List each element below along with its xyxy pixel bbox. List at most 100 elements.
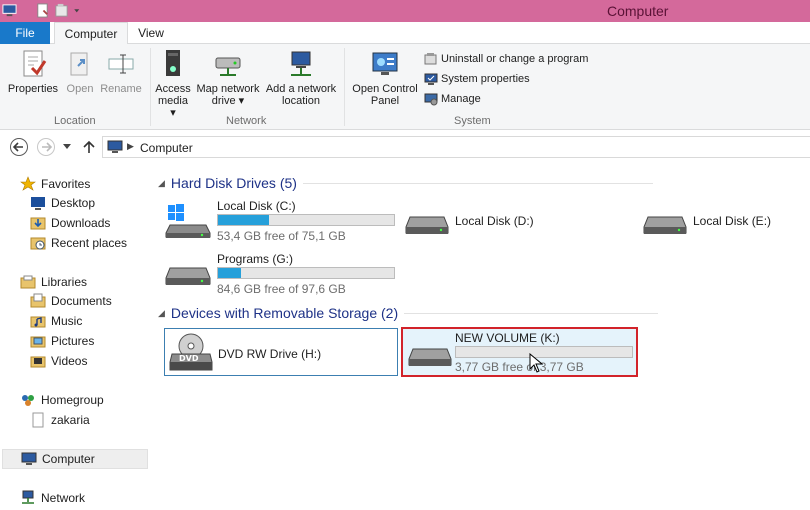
forward-arrow-icon[interactable] <box>36 137 56 157</box>
add-location-label-1: Add a network <box>265 83 337 95</box>
back-arrow-icon[interactable] <box>9 137 29 157</box>
mouse-cursor-icon <box>529 353 543 373</box>
sidebar-label: zakaria <box>51 413 90 427</box>
add-location-label-2: location <box>282 95 320 107</box>
collapse-triangle-icon[interactable]: ◢ <box>158 308 165 319</box>
map-drive-label-1: Map network <box>196 83 260 95</box>
tab-file[interactable]: File <box>0 22 50 44</box>
sidebar-item-user[interactable]: zakaria <box>30 410 90 430</box>
hard-disk-drives-header[interactable]: ◢ Hard Disk Drives (5) <box>158 175 653 191</box>
sidebar-label: Videos <box>51 354 88 368</box>
downloads-icon <box>30 217 46 230</box>
drive-free-space: 3,77 GB free of 3,77 GB <box>455 360 584 374</box>
new-folder-icon[interactable] <box>54 3 69 18</box>
drive-name: Local Disk (E:) <box>693 214 772 228</box>
sidebar-item-network[interactable]: Network <box>20 488 85 508</box>
drive-free-space: 53,4 GB free of 75,1 GB <box>217 229 346 243</box>
user-folder-icon <box>32 412 44 428</box>
star-icon <box>20 176 36 191</box>
properties-label: Properties <box>7 83 59 95</box>
drive-name: Programs (G:) <box>217 252 294 266</box>
tab-view[interactable]: View <box>128 22 174 44</box>
up-arrow-icon[interactable] <box>82 140 96 154</box>
manage-icon <box>424 93 438 106</box>
drive-usage-fill <box>218 215 270 225</box>
uninstall-icon <box>424 53 437 65</box>
customize-qat-icon[interactable] <box>73 3 83 18</box>
ribbon-tabs: File Computer View <box>0 22 810 45</box>
rename-button[interactable]: Rename <box>100 48 142 95</box>
network-drive-icon <box>215 57 241 76</box>
sidebar-item-music[interactable]: Music <box>30 311 82 331</box>
system-properties-label: System properties <box>441 73 530 85</box>
sidebar-label: Desktop <box>51 196 96 210</box>
drive-tile-k[interactable]: NEW VOLUME (K:) 3,77 GB free of 3,77 GB <box>401 327 638 377</box>
sidebar-item-documents[interactable]: Documents <box>30 291 112 311</box>
map-network-drive-button[interactable]: Map network drive ▾ <box>194 48 262 107</box>
add-network-location-button[interactable]: Add a network location <box>264 48 338 107</box>
content-pane: ◢ Hard Disk Drives (5) Local Disk (C:) 5… <box>152 163 810 510</box>
sidebar-item-desktop[interactable]: Desktop <box>30 193 95 213</box>
control-panel-label-2: Panel <box>370 95 400 107</box>
group-divider <box>302 182 653 184</box>
open-button[interactable]: Open <box>62 48 98 95</box>
navigation-bar: ▶ Computer <box>0 131 810 163</box>
drive-tile-d[interactable]: Local Disk (D:) <box>404 207 584 241</box>
collapse-triangle-icon[interactable]: ◢ <box>158 178 165 189</box>
properties-button[interactable]: Properties <box>6 48 60 95</box>
drive-name: Local Disk (C:) <box>217 199 296 213</box>
drive-name: DVD RW Drive (H:) <box>218 347 322 361</box>
group-divider <box>404 312 659 314</box>
sidebar-label: Computer <box>42 452 95 466</box>
title-bar: Computer <box>0 0 810 22</box>
sidebar-label: Network <box>41 491 86 505</box>
breadcrumb-separator-icon[interactable]: ▶ <box>127 141 134 152</box>
location-group-label: Location <box>54 115 96 127</box>
hard-drive-icon <box>643 216 687 234</box>
drive-tile-c[interactable]: Local Disk (C:) 53,4 GB free of 75,1 GB <box>164 199 396 243</box>
videos-icon <box>30 356 46 368</box>
drive-tile-g[interactable]: Programs (G:) 84,6 GB free of 97,6 GB <box>164 252 396 296</box>
sidebar-item-homegroup[interactable]: Homegroup <box>20 390 104 410</box>
drive-tile-e[interactable]: Local Disk (E:) <box>642 207 810 241</box>
computer-icon <box>21 452 37 465</box>
recent-locations-chevron-icon[interactable] <box>62 143 72 151</box>
sidebar-item-videos[interactable]: Videos <box>30 351 87 371</box>
drive-usage-bar <box>217 214 395 226</box>
drive-tile-h[interactable]: DVD DVD RW Drive (H:) <box>164 328 398 376</box>
properties-icon <box>23 50 47 77</box>
system-group-label: System <box>454 115 491 127</box>
uninstall-label: Uninstall or change a program <box>441 53 589 65</box>
sidebar-item-downloads[interactable]: Downloads <box>30 213 110 233</box>
system-properties-button[interactable]: System properties <box>424 72 530 86</box>
sidebar-item-pictures[interactable]: Pictures <box>30 331 94 351</box>
access-media-button[interactable]: Access media ▾ <box>154 48 192 119</box>
system-properties-icon <box>424 73 438 85</box>
sidebar-label: Recent places <box>51 236 128 250</box>
sidebar-item-recent-places[interactable]: Recent places <box>30 233 127 253</box>
drive-usage-bar <box>455 346 633 358</box>
address-bar[interactable]: ▶ Computer <box>102 136 810 158</box>
window-title: Computer <box>607 3 669 19</box>
tab-computer[interactable]: Computer <box>54 22 128 45</box>
group-title: Hard Disk Drives (5) <box>170 175 297 191</box>
sidebar-item-computer[interactable]: Computer <box>2 449 148 469</box>
manage-label: Manage <box>441 93 481 105</box>
dvd-drive-icon: DVD <box>169 333 213 371</box>
sidebar-label: Favorites <box>41 177 91 191</box>
sidebar-item-libraries[interactable]: Libraries <box>20 272 87 292</box>
manage-button[interactable]: Manage <box>424 92 481 106</box>
uninstall-program-button[interactable]: Uninstall or change a program <box>424 52 588 66</box>
computer-icon <box>2 4 17 17</box>
sidebar-item-favorites[interactable]: Favorites <box>20 174 90 194</box>
sidebar-label: Downloads <box>51 216 111 230</box>
removable-storage-header[interactable]: ◢ Devices with Removable Storage (2) <box>158 305 659 321</box>
properties-icon[interactable] <box>35 3 50 18</box>
recent-places-icon <box>30 237 46 250</box>
media-server-icon <box>166 50 180 76</box>
sidebar-label: Documents <box>51 294 112 308</box>
control-panel-label-1: Open Control <box>352 83 418 95</box>
breadcrumb-computer[interactable]: Computer <box>140 141 193 155</box>
quick-access-toolbar <box>2 3 83 18</box>
open-control-panel-button[interactable]: Open Control Panel <box>350 48 420 107</box>
